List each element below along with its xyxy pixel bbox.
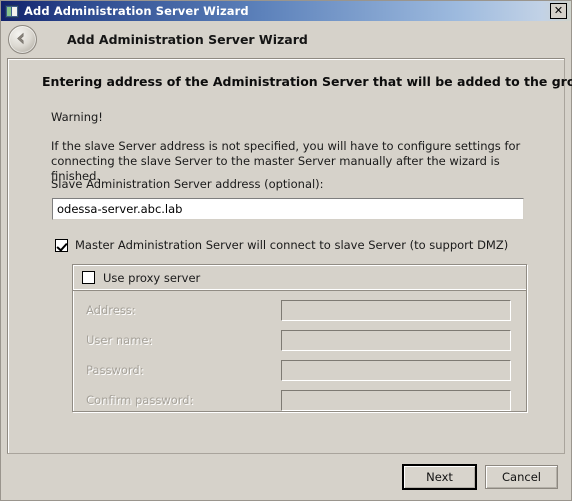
cancel-button[interactable]: Cancel <box>485 465 558 489</box>
close-icon[interactable]: ✕ <box>550 3 567 19</box>
proxy-password-label: Password: <box>86 363 144 377</box>
wizard-window: Add Administration Server Wizard ✕ Add A… <box>0 0 572 501</box>
use-proxy-label: Use proxy server <box>103 270 201 285</box>
use-proxy-checkbox[interactable] <box>82 271 95 284</box>
master-connect-checkbox[interactable] <box>55 238 68 252</box>
use-proxy-checkbox-row[interactable]: Use proxy server <box>73 265 526 291</box>
proxy-server-groupbox: Use proxy server Address: User name: Pas… <box>72 264 527 412</box>
proxy-address-label: Address: <box>86 303 136 317</box>
proxy-address-row: Address: <box>73 299 526 321</box>
proxy-password-field[interactable] <box>281 359 511 381</box>
window-title: Add Administration Server Wizard <box>24 4 249 18</box>
master-connect-checkbox-row[interactable]: Master Administration Server will connec… <box>55 238 508 252</box>
proxy-confirm-password-label: Confirm password: <box>86 393 194 407</box>
slave-address-input[interactable] <box>52 198 524 220</box>
proxy-username-field[interactable] <box>281 329 511 351</box>
wizard-footer: Next Cancel <box>1 454 571 500</box>
proxy-confirm-password-field[interactable] <box>281 389 511 411</box>
proxy-username-row: User name: <box>73 329 526 351</box>
slave-address-label: Slave Administration Server address (opt… <box>51 177 324 191</box>
next-button[interactable]: Next <box>402 464 477 490</box>
proxy-password-row: Password: <box>73 359 526 381</box>
proxy-username-label: User name: <box>86 333 153 347</box>
wizard-header: Add Administration Server Wizard <box>1 21 571 58</box>
back-arrow-icon[interactable] <box>8 25 37 54</box>
proxy-address-field[interactable] <box>281 299 511 321</box>
wizard-content-panel: Entering address of the Administration S… <box>7 58 572 454</box>
master-connect-label: Master Administration Server will connec… <box>75 238 509 252</box>
proxy-confirm-password-row: Confirm password: <box>73 389 526 411</box>
warning-title: Warning! <box>51 110 103 124</box>
window-titlebar[interactable]: Add Administration Server Wizard ✕ <box>1 1 571 21</box>
page-title: Entering address of the Administration S… <box>42 74 572 89</box>
proxy-fields-area: Address: User name: Password: Confirm pa… <box>73 292 526 419</box>
wizard-header-title: Add Administration Server Wizard <box>67 32 308 47</box>
server-window-icon <box>5 4 19 18</box>
